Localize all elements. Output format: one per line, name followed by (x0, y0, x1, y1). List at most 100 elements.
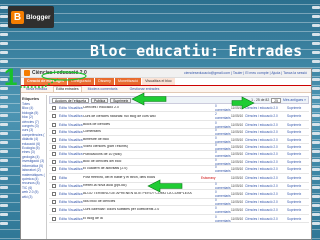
comments-link[interactable]: 0 comentaris (215, 215, 231, 223)
post-checkbox[interactable] (52, 183, 56, 188)
post-checkbox[interactable] (52, 137, 56, 142)
edit-link[interactable]: Edita (59, 176, 68, 180)
post-author: Ciències i educació 2.0 (245, 175, 278, 180)
edit-link[interactable]: Edita (59, 114, 68, 118)
tab-layout[interactable]: Disseny (95, 78, 114, 85)
comments-link[interactable]: 0 comentaris (215, 104, 231, 112)
edit-link[interactable]: Edita (59, 138, 68, 142)
post-title: Reflex.la nova aula (ppt-loc) (83, 183, 127, 187)
view-link[interactable]: Visualitza (68, 200, 83, 204)
delete-link[interactable]: Suprimeix (287, 192, 301, 196)
comments-link[interactable]: 0 comentaris (215, 182, 231, 190)
delete-link[interactable]: Suprimeix (287, 217, 301, 221)
delete-link[interactable]: Suprimeix (287, 138, 301, 142)
delete-button[interactable]: Suprimeix (110, 97, 132, 103)
edit-link[interactable]: Edita (59, 160, 68, 164)
tab-view-blog[interactable]: Visualitza el bloc (142, 78, 175, 85)
post-checkbox[interactable] (52, 191, 56, 196)
subtab-new-post[interactable]: Nova entrada (24, 87, 49, 91)
post-checkbox[interactable] (52, 144, 56, 149)
post-checkbox[interactable] (52, 208, 56, 213)
post-checkbox[interactable] (52, 216, 56, 221)
edit-link[interactable]: Edita (59, 130, 68, 134)
post-title: El Blog de la (83, 216, 103, 220)
delete-link[interactable]: Suprimeix (287, 145, 301, 149)
edit-link[interactable]: Edita (59, 106, 68, 110)
view-link[interactable]: Visualitza (68, 217, 83, 221)
delete-link[interactable]: Suprimeix (287, 114, 301, 118)
left-binding-rings (0, 0, 8, 240)
view-link[interactable]: Visualitza (68, 208, 83, 212)
tab-settings[interactable]: Configuració (67, 78, 95, 85)
view-link[interactable]: Visualitza (68, 114, 83, 118)
subtab-edit-posts[interactable]: Edita entrades (53, 86, 82, 92)
main-tabs: Creació de missatges Configuració Dissen… (21, 78, 311, 86)
delete-link[interactable]: Suprimeix (287, 176, 301, 180)
post-row: Edita Visualitza Reflex.la nova aula (ppt-… (49, 182, 309, 190)
pager: 1 - 25 de 82 25 Més antigues » (251, 97, 308, 103)
view-link[interactable]: Visualitza (68, 130, 83, 134)
edit-link[interactable]: Edita (59, 200, 68, 204)
comments-link[interactable]: 0 comentaris (215, 206, 231, 214)
delete-link[interactable]: Suprimeix (287, 152, 301, 156)
edit-link[interactable]: Edita (59, 145, 68, 149)
user-links[interactable]: ciencieseducacio@gmail.com | Tauler | El… (184, 71, 307, 75)
post-checkbox[interactable] (52, 122, 56, 127)
delete-link[interactable]: Suprimeix (287, 167, 301, 171)
post-date: 11/05/10 (231, 200, 244, 205)
delete-link[interactable]: Suprimeix (287, 160, 301, 164)
post-title: Blocs de ciències (83, 122, 111, 126)
post-checkbox[interactable] (52, 200, 56, 205)
comments-link[interactable]: 0 comentaris (215, 198, 231, 206)
post-author: Ciències i educació 2.0 (245, 122, 278, 127)
tab-posting[interactable]: Creació de missatges (24, 78, 67, 85)
manage-posts-link[interactable]: Gestionar entrades (130, 87, 160, 91)
delete-link[interactable]: Suprimeix (287, 123, 301, 127)
view-link[interactable]: Visualitza (68, 152, 83, 156)
edit-link[interactable]: Edita (59, 184, 68, 188)
edit-link[interactable]: Edita (59, 152, 68, 156)
post-checkbox[interactable] (52, 152, 56, 157)
view-link[interactable]: Visualitza (68, 145, 83, 149)
view-link[interactable]: Visualitza (68, 167, 83, 171)
post-row: Edita Visualitza ALGU TERMINO DE APRENENTA… (49, 190, 309, 199)
post-checkbox[interactable] (52, 159, 56, 164)
post-row: Edita Visualitza El cuadern de activitats … (49, 165, 309, 174)
delete-link[interactable]: Suprimeix (287, 130, 301, 134)
view-link[interactable]: Visualitza (68, 160, 83, 164)
post-checkbox[interactable] (52, 175, 56, 180)
delete-link[interactable]: Suprimeix (287, 200, 301, 204)
delete-link[interactable]: Suprimeix (287, 106, 301, 110)
view-link[interactable]: Visualitza (68, 123, 83, 127)
edit-link[interactable]: Edita (59, 217, 68, 221)
post-date: 11/05/10 (231, 167, 244, 172)
publish-button[interactable]: Publica (91, 97, 109, 103)
edit-link[interactable]: Edita (59, 123, 68, 127)
comments-link[interactable]: 0 comentaris (215, 190, 231, 198)
comments-link[interactable]: 0 comentaris (215, 165, 231, 173)
post-checkbox[interactable] (52, 114, 56, 119)
sidebar-item[interactable]: wiki (3) (22, 195, 45, 199)
post-list: Edita Visualitza Ciències i educació 2.0 0 … (49, 104, 309, 223)
blogger-window: Ciències i educació 2.0 ciencieseducacio… (20, 68, 312, 240)
older-posts-link[interactable]: Més antigues » (283, 98, 306, 102)
view-link[interactable]: Visualitza (68, 138, 83, 142)
edit-link[interactable]: Edita (59, 192, 68, 196)
edit-link[interactable]: Edita (59, 208, 68, 212)
view-link[interactable]: Visualitza (68, 106, 83, 110)
delete-link[interactable]: Suprimeix (287, 208, 301, 212)
subtab-moderate-comments[interactable]: Modera comentaris (86, 87, 120, 91)
label-actions-select[interactable]: Accions de l'etiqueta (52, 97, 89, 103)
view-link[interactable]: Visualitza (68, 184, 83, 188)
post-date: 11/05/10 (231, 106, 244, 111)
view-link[interactable]: Visualitza (68, 192, 83, 196)
posts-toolbar: Accions de l'etiqueta Publica Suprimeix … (49, 96, 309, 104)
edit-link[interactable]: Edita (59, 167, 68, 171)
post-checkbox[interactable] (52, 106, 56, 111)
per-page-select[interactable]: 25 (271, 97, 281, 103)
delete-link[interactable]: Suprimeix (287, 184, 301, 188)
post-checkbox[interactable] (52, 167, 56, 172)
post-checkbox[interactable] (52, 130, 56, 135)
tab-monetize[interactable]: Monetització (114, 78, 142, 85)
comments-link[interactable]: 2 comentaris (215, 112, 231, 120)
